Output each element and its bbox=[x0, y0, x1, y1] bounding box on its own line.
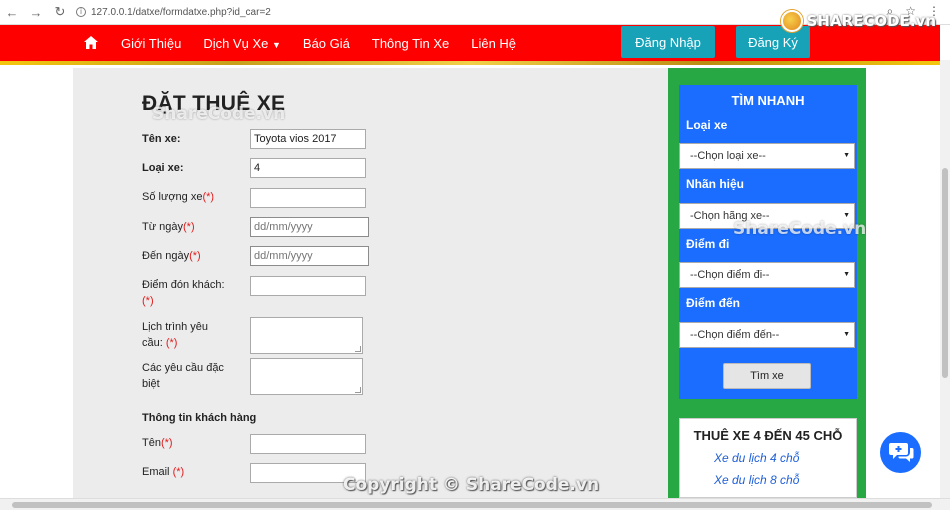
email-field[interactable] bbox=[250, 463, 366, 483]
qs-brand-select[interactable]: -Chọn hãng xe-- ▼ bbox=[679, 203, 855, 229]
from-date-label: Từ ngày(*) bbox=[142, 219, 195, 235]
qs-to-label: Điểm đến bbox=[686, 296, 741, 310]
required-mark: (*) bbox=[183, 221, 195, 233]
qs-from-value: --Chọn điểm đi-- bbox=[690, 269, 770, 281]
itinerary-label-line2: cầu: bbox=[142, 337, 163, 349]
caret-down-icon: ▼ bbox=[271, 39, 281, 50]
pickup-label-text: Điểm đón khách: bbox=[142, 279, 225, 291]
qs-car-type-select[interactable]: --Chọn loại xe-- ▼ bbox=[679, 143, 855, 169]
home-icon[interactable] bbox=[84, 36, 98, 50]
quantity-field[interactable] bbox=[250, 188, 366, 208]
pickup-label: Điểm đón khách: (*) bbox=[142, 277, 225, 309]
from-date-label-text: Từ ngày bbox=[142, 221, 183, 233]
requests-label-line2: biệt bbox=[142, 378, 160, 390]
requests-textarea[interactable] bbox=[250, 358, 363, 395]
select-caret-icon: ▼ bbox=[843, 152, 850, 159]
to-date-label-text: Đến ngày bbox=[142, 250, 190, 262]
quantity-label: Số lượng xe(*) bbox=[142, 189, 214, 205]
customer-section-heading: Thông tin khách hàng bbox=[142, 412, 257, 424]
nav-bao-gia[interactable]: Báo Giá bbox=[292, 36, 361, 51]
required-mark: (*) bbox=[165, 337, 178, 349]
page-title: ĐẶT THUÊ XE bbox=[142, 92, 286, 115]
qs-brand-value: -Chọn hãng xe-- bbox=[690, 210, 770, 222]
logo-orb-icon bbox=[780, 10, 803, 32]
horizontal-scroll-thumb[interactable] bbox=[12, 502, 932, 508]
rental-link-8-seat[interactable]: Xe du lịch 8 chỗ bbox=[714, 473, 799, 487]
vertical-scroll-thumb[interactable] bbox=[942, 168, 948, 378]
car-type-label: Loại xe: bbox=[142, 162, 184, 174]
required-mark: (*) bbox=[189, 250, 201, 262]
forward-icon[interactable]: → bbox=[24, 5, 48, 20]
qs-car-type-label: Loại xe bbox=[686, 118, 728, 132]
nav-lien-he[interactable]: Liên Hệ bbox=[460, 36, 527, 51]
qs-from-label: Điểm đi bbox=[686, 237, 730, 251]
itinerary-label: Lịch trình yêu cầu: (*) bbox=[142, 319, 208, 351]
to-date-label: Đến ngày(*) bbox=[142, 248, 201, 264]
customer-name-label: Tên(*) bbox=[142, 435, 173, 451]
required-mark: (*) bbox=[142, 295, 154, 307]
itinerary-label-line1: Lịch trình yêu bbox=[142, 321, 209, 333]
from-date-field[interactable] bbox=[250, 217, 369, 237]
to-date-field[interactable] bbox=[250, 246, 369, 266]
itinerary-textarea[interactable] bbox=[250, 317, 363, 354]
required-mark: (*) bbox=[160, 437, 173, 449]
quantity-label-text: Số lượng xe bbox=[142, 191, 203, 203]
quick-search-title: TÌM NHANH bbox=[731, 93, 805, 108]
nav-gioi-thieu[interactable]: Giới Thiệu bbox=[110, 36, 192, 51]
logo-text: SHARECODE.vn bbox=[806, 12, 936, 30]
vertical-scrollbar[interactable] bbox=[940, 60, 950, 498]
login-button[interactable]: Đăng Nhập bbox=[621, 26, 715, 58]
email-label-text: Email bbox=[142, 466, 173, 478]
car-name-field[interactable] bbox=[250, 129, 366, 149]
qs-from-select[interactable]: --Chọn điểm đi-- ▼ bbox=[679, 262, 855, 288]
requests-label: Các yêu cầu đặc biệt bbox=[142, 360, 224, 392]
back-icon[interactable]: ← bbox=[0, 5, 24, 20]
qs-brand-label: Nhãn hiệu bbox=[686, 177, 745, 191]
customer-name-field[interactable] bbox=[250, 434, 366, 454]
select-caret-icon: ▼ bbox=[843, 331, 850, 338]
qs-to-select[interactable]: --Chọn điểm đến-- ▼ bbox=[679, 322, 855, 348]
select-caret-icon: ▼ bbox=[843, 271, 850, 278]
nav-dich-vu-xe-label: Dịch Vụ Xe bbox=[203, 35, 269, 51]
email-label: Email (*) bbox=[142, 464, 184, 480]
rental-link-4-seat[interactable]: Xe du lịch 4 chỗ bbox=[714, 451, 799, 465]
sharecode-logo: SHARECODE.vn bbox=[780, 10, 936, 32]
rental-title: THUÊ XE 4 ĐẾN 45 CHỖ bbox=[693, 428, 843, 443]
url-text: 127.0.0.1/datxe/formdatxe.php?id_car=2 bbox=[91, 6, 271, 18]
requests-label-line1: Các yêu cầu đặc bbox=[142, 362, 224, 374]
required-mark: (*) bbox=[172, 466, 185, 478]
qs-to-value: --Chọn điểm đến-- bbox=[690, 329, 780, 341]
car-type-field[interactable] bbox=[250, 158, 366, 178]
nav-thong-tin-xe[interactable]: Thông Tin Xe bbox=[361, 36, 460, 51]
reload-icon[interactable]: ↻ bbox=[48, 4, 72, 20]
pickup-field[interactable] bbox=[250, 276, 366, 296]
chat-icon bbox=[888, 442, 913, 462]
address-bar[interactable]: i 127.0.0.1/datxe/formdatxe.php?id_car=2 bbox=[76, 7, 271, 18]
required-mark: (*) bbox=[202, 191, 215, 203]
select-caret-icon: ▼ bbox=[843, 212, 850, 219]
car-name-label: Tên xe: bbox=[142, 133, 181, 145]
chat-button[interactable] bbox=[880, 432, 921, 473]
nav-dich-vu-xe[interactable]: Dịch Vụ Xe ▼ bbox=[192, 36, 292, 51]
qs-car-type-value: --Chọn loại xe-- bbox=[690, 150, 766, 162]
search-car-button[interactable]: Tìm xe bbox=[723, 363, 811, 389]
info-icon[interactable]: i bbox=[76, 7, 86, 17]
customer-name-label-text: Tên bbox=[142, 437, 161, 449]
horizontal-scrollbar[interactable] bbox=[0, 498, 950, 510]
